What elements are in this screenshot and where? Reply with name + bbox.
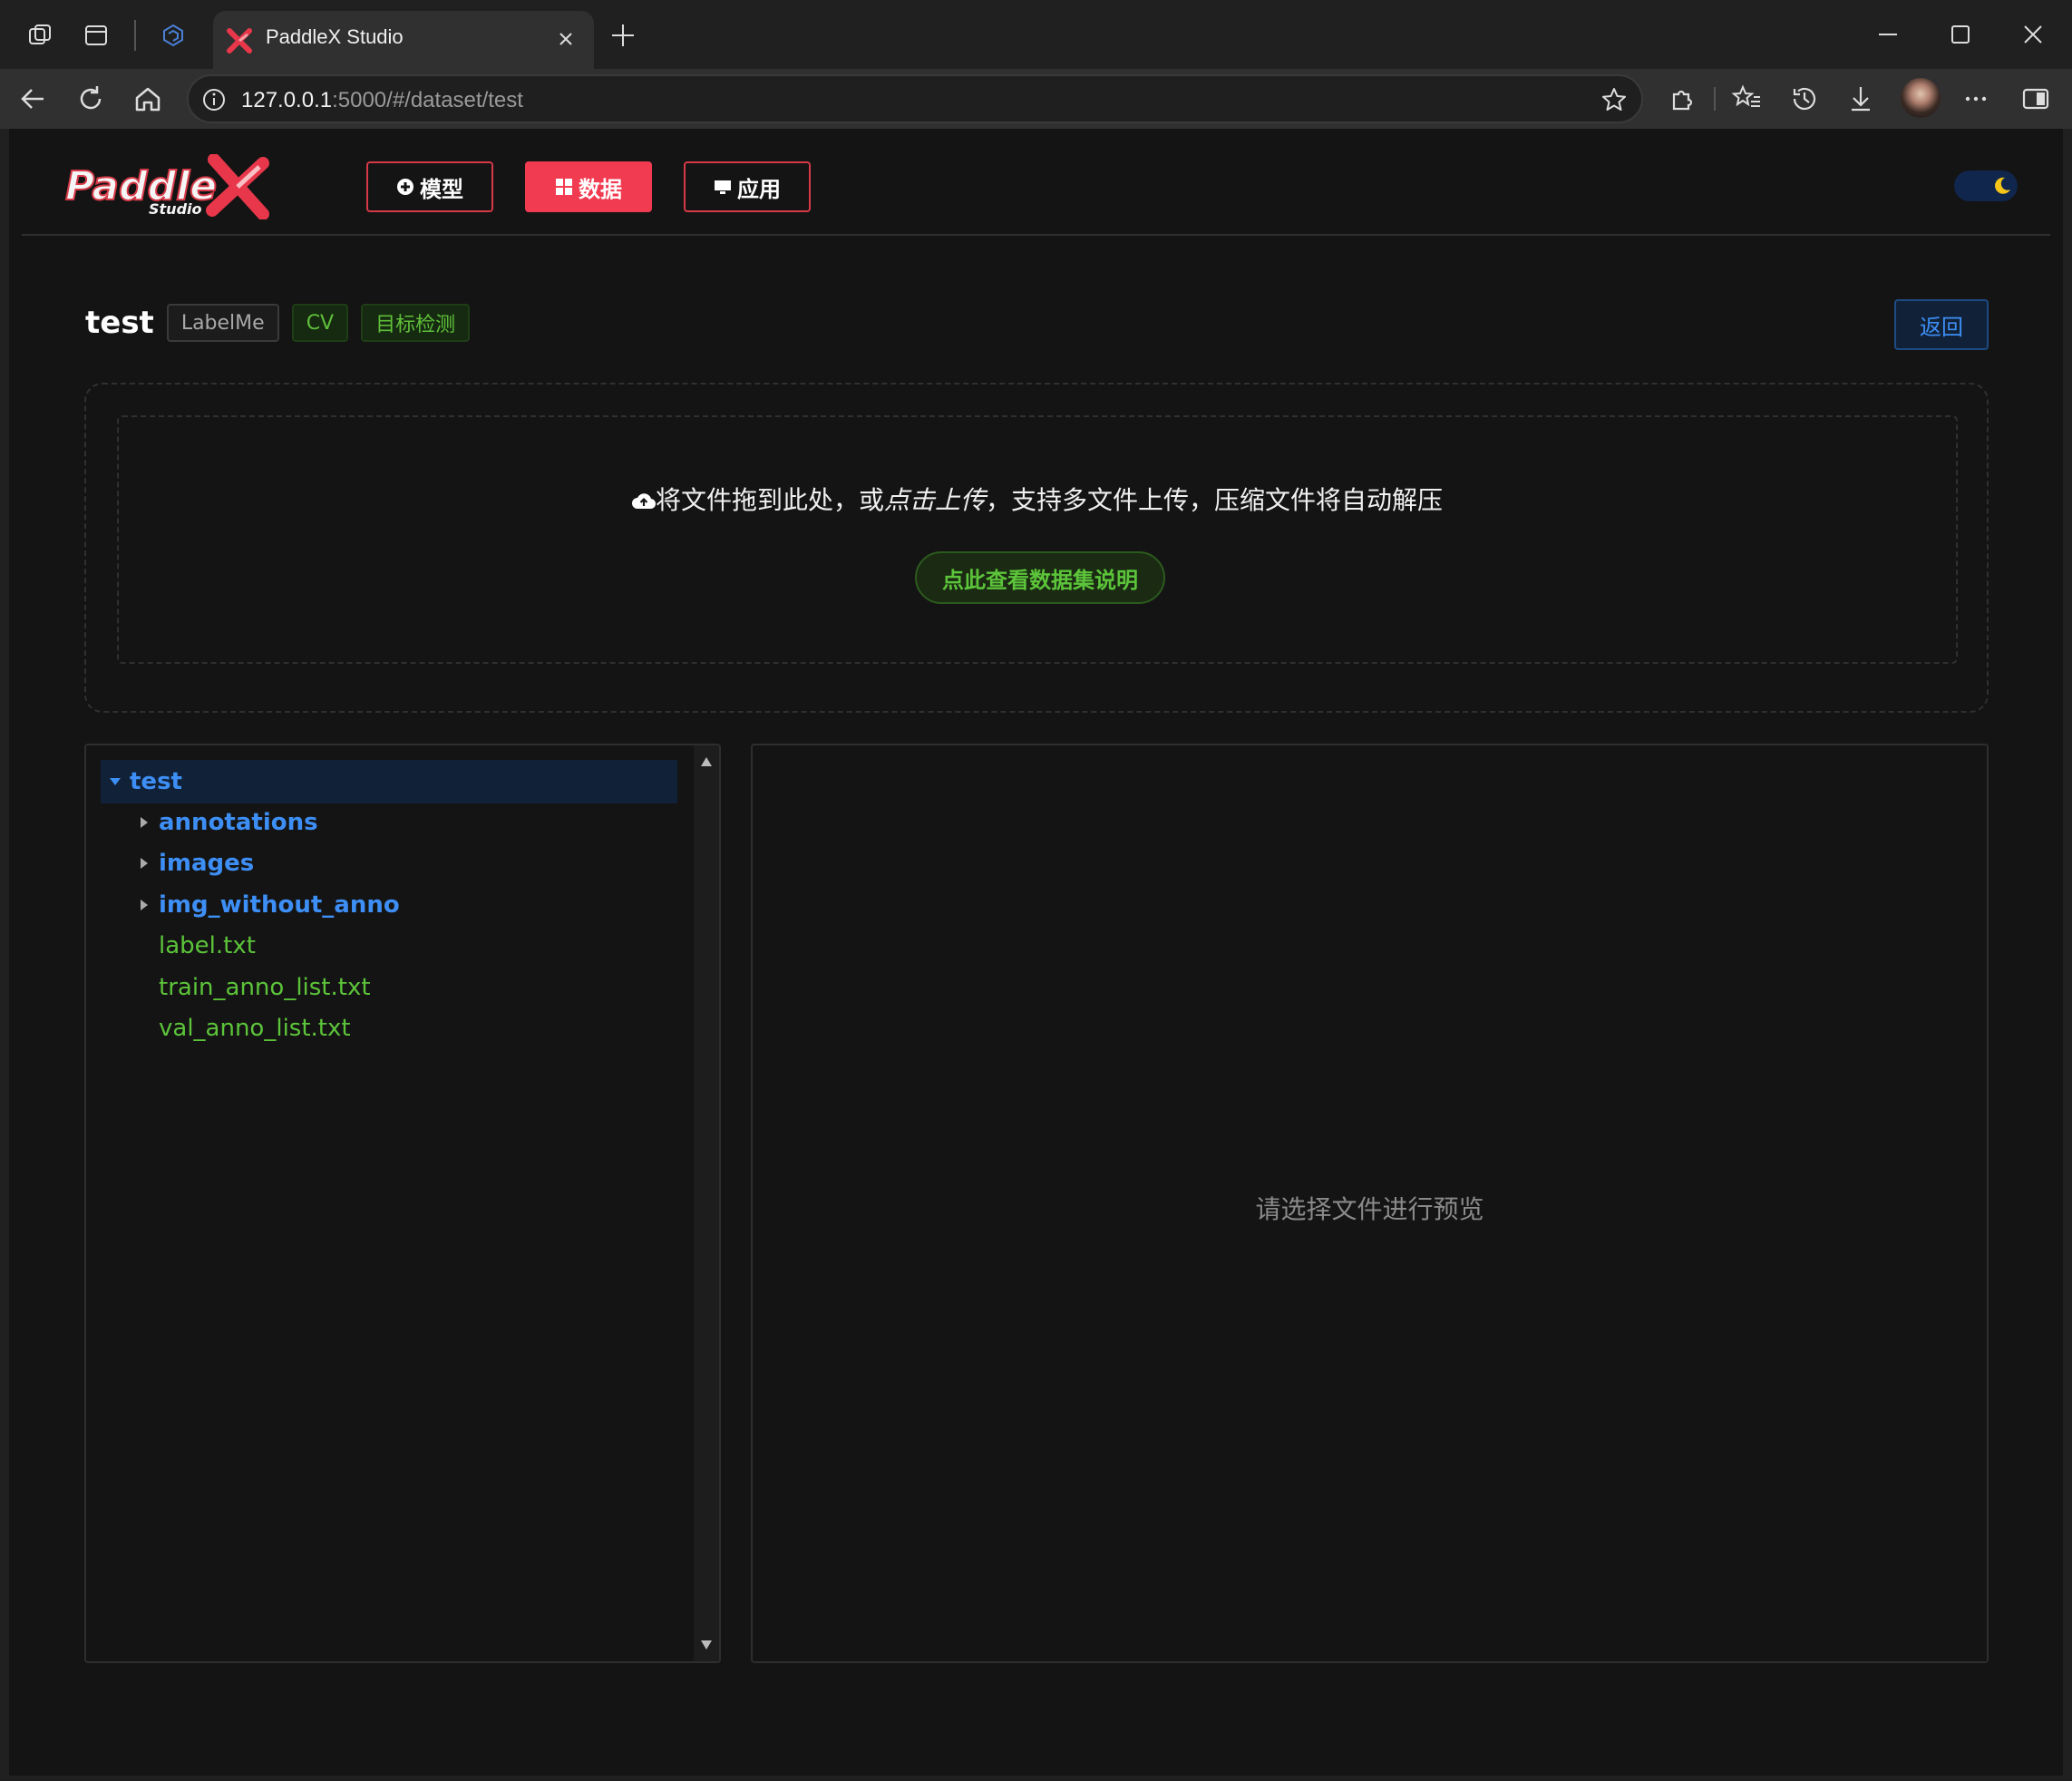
nav-model-button[interactable]: 模型 <box>366 161 493 212</box>
active-tab[interactable]: PaddleX Studio <box>213 11 594 69</box>
browser-tab-bar: PaddleX Studio <box>0 0 2072 69</box>
caret-right-icon[interactable] <box>130 883 159 927</box>
url-text[interactable]: 127.0.0.1:5000/#/dataset/test <box>241 88 523 113</box>
nav-app-button[interactable]: 应用 <box>684 161 811 212</box>
tree-root-label: test <box>130 768 182 795</box>
upload-text-after: ，支持多文件上传，压缩文件将自动解压 <box>986 485 1444 515</box>
nav-data-button[interactable]: 数据 <box>525 161 652 212</box>
svg-text:Studio: Studio <box>149 200 202 218</box>
tab-title: PaddleX Studio <box>266 25 404 48</box>
dataset-title-row: test LabelMe CV 目标检测 <box>85 301 471 345</box>
extensions-icon[interactable] <box>1665 82 1699 116</box>
pinned-tab-icon[interactable] <box>156 18 190 53</box>
upload-area: 将文件拖到此处，或点击上传，支持多文件上传，压缩文件将自动解压 点此查看数据集说… <box>84 383 1989 713</box>
new-tab-icon[interactable] <box>608 20 638 51</box>
file-label: train_anno_list.txt <box>159 974 371 1001</box>
folder-label: annotations <box>159 809 318 836</box>
close-window-icon[interactable] <box>2015 16 2051 53</box>
upload-click-link[interactable]: 点击上传 <box>884 485 986 515</box>
caret-down-icon[interactable] <box>101 760 130 803</box>
url-host: 127.0.0.1 <box>241 88 333 112</box>
preview-placeholder: 请选择文件进行预览 <box>1255 1194 1484 1224</box>
url-bar[interactable]: 127.0.0.1:5000/#/dataset/test <box>187 74 1643 123</box>
history-icon[interactable] <box>1787 82 1822 116</box>
tree-file-label[interactable]: label.txt <box>101 924 677 968</box>
folder-label: images <box>159 850 255 877</box>
folder-label: img_without_anno <box>159 891 400 919</box>
task-tag: 目标检测 <box>361 304 471 342</box>
downloads-icon[interactable] <box>1843 82 1878 116</box>
refresh-icon[interactable] <box>73 82 108 116</box>
scroll-down-icon[interactable] <box>700 1640 713 1650</box>
profile-avatar[interactable] <box>1901 78 1941 118</box>
tab-separator <box>134 20 136 51</box>
dataset-name: test <box>85 305 154 341</box>
address-bar-row: 127.0.0.1:5000/#/dataset/test <box>0 69 2072 129</box>
tab-actions-icon[interactable] <box>79 18 113 53</box>
scroll-up-icon[interactable] <box>700 756 713 767</box>
paddlex-logo[interactable]: Paddle Studio <box>62 154 270 219</box>
maximize-icon[interactable] <box>1942 16 1979 53</box>
upload-instructions: 将文件拖到此处，或点击上传，支持多文件上传，压缩文件将自动解压 <box>119 481 1956 517</box>
model-icon <box>397 179 413 195</box>
app-header: Paddle Studio 模型 数据 应用 <box>22 129 2050 236</box>
dataset-guide-button[interactable]: 点此查看数据集说明 <box>915 551 1165 604</box>
file-tree-panel: test annotations images img_without_anno… <box>84 744 721 1663</box>
tree-folder-images[interactable]: images <box>101 842 677 885</box>
tree-root-node[interactable]: test <box>101 760 677 803</box>
monitor-icon <box>715 180 731 194</box>
moon-icon <box>1995 177 2010 194</box>
more-menu-icon[interactable] <box>1959 82 1993 116</box>
upload-text-before: 将文件拖到此处，或 <box>655 485 884 515</box>
site-info-icon[interactable] <box>201 87 227 112</box>
caret-right-icon[interactable] <box>130 842 159 885</box>
home-icon[interactable] <box>131 82 165 116</box>
caret-right-icon[interactable] <box>130 801 159 844</box>
format-tag: LabelMe <box>166 304 279 342</box>
file-label: val_anno_list.txt <box>159 1015 351 1042</box>
tree-folder-annotations[interactable]: annotations <box>101 801 677 844</box>
tree-folder-img-without-anno[interactable]: img_without_anno <box>101 883 677 927</box>
theme-toggle[interactable] <box>1954 170 2018 201</box>
nav-model-label: 模型 <box>420 176 463 202</box>
workspaces-icon[interactable] <box>23 18 57 53</box>
file-preview-panel: 请选择文件进行预览 <box>751 744 1989 1663</box>
sidebar-icon[interactable] <box>2018 82 2053 116</box>
cloud-upload-icon <box>631 493 656 510</box>
back-arrow-icon[interactable] <box>16 82 51 116</box>
domain-tag: CV <box>291 304 349 342</box>
file-label: label.txt <box>159 932 256 959</box>
minimize-icon[interactable] <box>1870 16 1906 53</box>
nav-data-label: 数据 <box>579 176 622 202</box>
tree-file-val-list[interactable]: val_anno_list.txt <box>101 1007 677 1050</box>
data-grid-icon <box>556 179 572 195</box>
back-button[interactable]: 返回 <box>1894 299 1989 350</box>
favorites-icon[interactable] <box>1730 82 1765 116</box>
paddlex-favicon-icon <box>227 28 252 54</box>
url-path: :5000/#/dataset/test <box>332 88 523 112</box>
toolbar-separator <box>1714 87 1716 111</box>
tree-scrollbar[interactable] <box>694 745 719 1661</box>
favorite-star-icon[interactable] <box>1600 85 1629 114</box>
close-tab-icon[interactable] <box>552 25 579 53</box>
nav-app-label: 应用 <box>737 176 781 202</box>
tree-file-train-list[interactable]: train_anno_list.txt <box>101 966 677 1009</box>
app-page: Paddle Studio 模型 数据 应用 test LabelMe CV 目… <box>9 129 2063 1776</box>
upload-dropzone[interactable]: 将文件拖到此处，或点击上传，支持多文件上传，压缩文件将自动解压 点此查看数据集说… <box>117 415 1958 664</box>
